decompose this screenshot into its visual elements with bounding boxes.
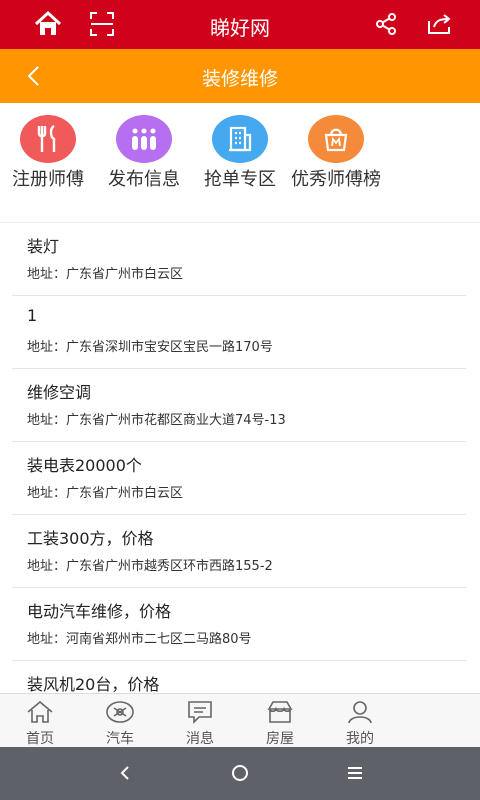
category-label: 注册师傅 [12, 169, 84, 190]
listing-title: 装灯 [27, 237, 60, 256]
category-label: 优秀师傅榜 [291, 169, 381, 190]
share-icon[interactable] [370, 8, 402, 40]
list-item[interactable]: 电动汽车维修，价格 地址：河南省郑州市二七区二马路80号 [12, 588, 466, 661]
list-item[interactable]: 工装300方，价格 地址：广东省广州市越秀区环市西路155-2 [12, 515, 466, 588]
category-post-info[interactable]: 发布信息 [96, 115, 192, 191]
nav-housing[interactable]: 房屋 [250, 700, 310, 748]
bag-icon [308, 115, 364, 163]
nav-messages[interactable]: 消息 [170, 700, 230, 748]
listing-address: 地址：广东省广州市花都区商业大道74号-13 [27, 413, 286, 428]
listing-title: 1 [27, 306, 38, 325]
listing-title: 电动汽车维修，价格 [27, 602, 172, 621]
message-icon [188, 701, 212, 724]
building-icon [212, 115, 268, 163]
app-title: 睇好网 [210, 16, 270, 40]
system-menu-icon[interactable] [340, 761, 370, 785]
listing-address: 地址：广东省深圳市宝安区宝民一路170号 [27, 340, 273, 355]
house-icon [267, 701, 293, 723]
system-home-icon[interactable] [225, 761, 255, 785]
category-register-master[interactable]: 注册师傅 [0, 115, 96, 191]
user-icon [348, 701, 372, 724]
nav-profile[interactable]: 我的 [330, 700, 390, 748]
nav-car[interactable]: 汽车 [90, 700, 150, 748]
bottom-nav: 首页 汽车 消息 房屋 我的 [0, 693, 480, 747]
listing-address: 地址：广东省广州市白云区 [27, 486, 184, 501]
forward-icon[interactable] [424, 8, 456, 40]
nav-label: 汽车 [106, 731, 134, 747]
section-title: 装修维修 [201, 68, 278, 90]
listing-address: 地址：广东省广州市白云区 [27, 267, 184, 282]
category-top-masters[interactable]: 优秀师傅榜 [288, 115, 384, 191]
list-item[interactable]: 1 地址：广东省深圳市宝安区宝民一路170号 [12, 296, 466, 369]
home-icon [27, 700, 53, 723]
listing-title: 装风机20台，价格 [27, 675, 160, 693]
system-back-icon[interactable] [110, 761, 140, 785]
fork-knife-icon [20, 115, 76, 163]
listing-title: 维修空调 [27, 383, 92, 402]
listing-title: 装电表20000个 [27, 456, 142, 475]
list-item[interactable]: 装风机20台，价格 [12, 661, 466, 693]
nav-label: 房屋 [266, 731, 294, 747]
category-row: 注册师傅 发布信息 抢单专区 优秀师傅榜 [0, 103, 480, 223]
category-label: 抢单专区 [204, 169, 276, 190]
car-icon [106, 701, 134, 723]
nav-label: 我的 [346, 731, 374, 747]
section-header: 装修维修 [0, 49, 480, 103]
nav-home[interactable]: 首页 [10, 700, 70, 748]
category-label: 发布信息 [108, 169, 180, 190]
list-item[interactable]: 装电表20000个 地址：广东省广州市白云区 [12, 442, 466, 515]
nav-label: 首页 [26, 731, 54, 747]
listing-address: 地址：广东省广州市越秀区环市西路155-2 [27, 559, 273, 574]
list-item[interactable]: 装灯 地址：广东省广州市白云区 [12, 223, 466, 296]
listing-list: 装灯 地址：广东省广州市白云区 1 地址：广东省深圳市宝安区宝民一路170号 维… [12, 223, 466, 693]
app-header: 睇好网 [0, 0, 480, 49]
list-item[interactable]: 维修空调 地址：广东省广州市花都区商业大道74号-13 [12, 369, 466, 442]
category-grab-orders[interactable]: 抢单专区 [192, 115, 288, 191]
nav-label: 消息 [186, 731, 214, 747]
listing-title: 工装300方，价格 [27, 529, 154, 548]
listing-address: 地址：河南省郑州市二七区二马路80号 [27, 632, 252, 647]
system-nav-bar [0, 747, 480, 800]
bottles-icon [116, 115, 172, 163]
